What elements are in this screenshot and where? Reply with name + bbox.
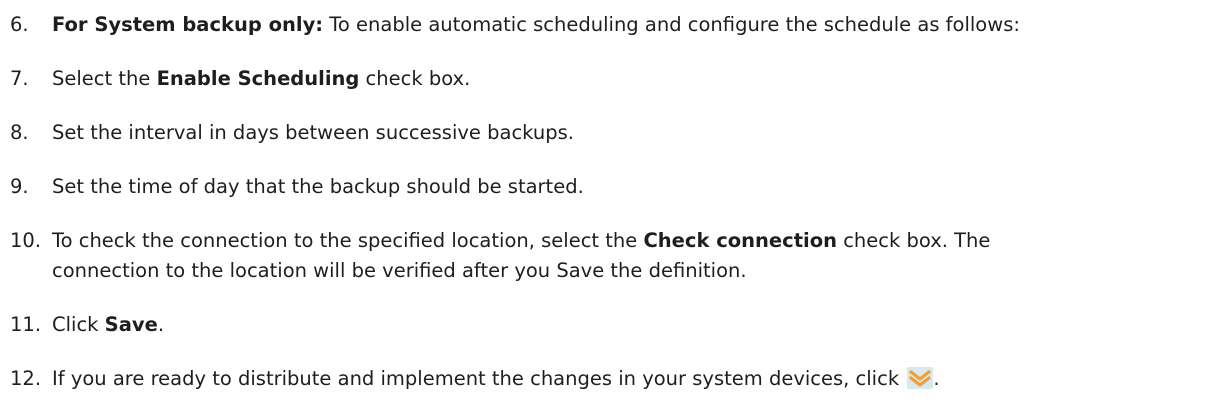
- step-number: 12.: [10, 367, 42, 390]
- step-text: .: [157, 313, 165, 336]
- step-text: Select the: [52, 67, 157, 90]
- step-12: 12. If you are ready to distribute and im…: [10, 364, 940, 394]
- step-number: 6.: [10, 13, 29, 36]
- step-text: If you are ready to distribute and imple…: [52, 367, 906, 390]
- step-11: 11. Click Save.: [10, 310, 164, 340]
- step-number: 9.: [10, 175, 29, 198]
- step-text-continuation: connection to the location will be verif…: [52, 259, 747, 282]
- bold-label: Save: [104, 313, 158, 336]
- step-number: 8.: [10, 121, 29, 144]
- bold-label: For System backup only:: [52, 13, 324, 36]
- step-number: 11.: [10, 313, 42, 336]
- step-number: 10.: [10, 229, 42, 252]
- step-text: To enable automatic scheduling and confi…: [323, 13, 1020, 36]
- bold-label: Check connection: [643, 229, 837, 252]
- step-6: 6. For System backup only: To enable auto…: [10, 10, 1020, 40]
- step-text: .: [933, 367, 940, 390]
- step-text: Set the interval in days between success…: [52, 121, 574, 144]
- step-text: check box.: [359, 67, 471, 90]
- deploy-changes-icon: [907, 367, 934, 389]
- step-7: 7. Select the Enable Scheduling check box…: [10, 64, 470, 94]
- step-text: Click: [52, 313, 105, 336]
- step-text: Set the time of day that the backup shou…: [52, 175, 584, 198]
- step-8: 8. Set the interval in days between succe…: [10, 118, 574, 148]
- step-text: To check the connection to the specified…: [52, 229, 644, 252]
- step-10: 10. To check the connection to the specif…: [10, 226, 990, 286]
- step-9: 9. Set the time of day that the backup sh…: [10, 172, 584, 202]
- step-number: 7.: [10, 67, 29, 90]
- step-text: check box. The: [837, 229, 991, 252]
- bold-label: Enable Scheduling: [156, 67, 360, 90]
